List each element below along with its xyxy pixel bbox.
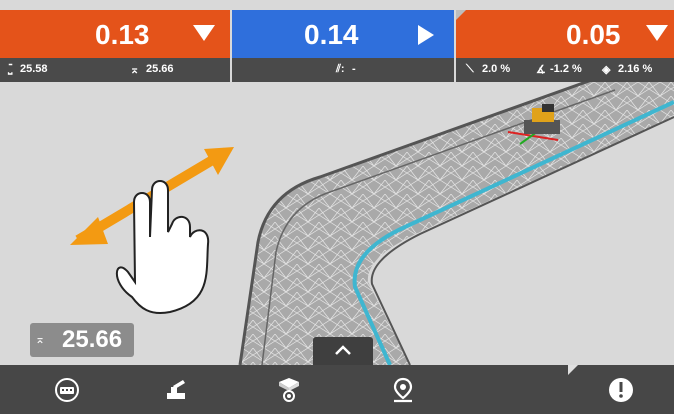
offset-panel[interactable]: 0.14 ⫽: - (232, 0, 454, 82)
offset-value-box[interactable]: 0.14 (232, 10, 454, 58)
main-slope-icon: ∡ (536, 64, 546, 76)
panel-corner-marker (456, 10, 466, 20)
location-pin-icon (393, 377, 413, 403)
triangle-right-icon[interactable] (418, 25, 434, 45)
measured-height-icon: ⌅ (35, 332, 46, 346)
slope-panel[interactable]: 0.05 ⟍ 2.0 % ∡ -1.2 % ◈ 2.16 % (456, 0, 674, 82)
keyboard-button[interactable] (36, 365, 96, 414)
toolbar-corner-marker (568, 365, 578, 375)
info-alert-button[interactable] (590, 365, 650, 414)
slope-value: 0.05 (566, 19, 621, 50)
view-orientation-button[interactable] (258, 365, 318, 414)
elevation-value-box[interactable]: 0.13 (0, 10, 230, 58)
slope-subinfo: ⟍ 2.0 % ∡ -1.2 % ◈ 2.16 % (456, 58, 674, 82)
machine-icon (167, 380, 185, 399)
height-readout-badge: ⌅ 25.66 (30, 323, 134, 357)
elevation-value: 0.13 (95, 19, 150, 50)
height-readout-value: 25.66 (62, 326, 123, 353)
elevation-subinfo: ⎵̄ 25.58 ⌅ 25.66 (0, 58, 230, 82)
info-alert-icon (609, 378, 633, 402)
offset-sub-value: - (352, 63, 356, 75)
view-orientation-icon (279, 378, 299, 402)
triangle-down-icon[interactable] (646, 25, 668, 41)
hatch-icon: ⫽: (336, 63, 345, 75)
blade-slope-value: 2.16 % (618, 63, 653, 75)
design-height-value: 25.58 (20, 63, 48, 75)
cross-slope-icon: ⟍ (466, 63, 474, 75)
location-button[interactable] (372, 365, 432, 414)
design-height-icon: ⎵̄ (8, 63, 13, 75)
offset-subinfo: ⫽: - (232, 58, 454, 82)
machine-button[interactable] (145, 365, 205, 414)
blade-slope-icon: ◈ (602, 64, 611, 76)
measured-height-icon: ⌅ (130, 64, 140, 76)
triangle-down-icon[interactable] (193, 25, 215, 41)
keyboard-icon (55, 378, 79, 402)
top-status-bar: 0.13 ⎵̄ 25.58 ⌅ 25.66 0.14 ⫽: - 0.05 ⟍ 2… (0, 0, 674, 82)
elevation-panel[interactable]: 0.13 ⎵̄ 25.58 ⌅ 25.66 (0, 0, 230, 82)
slope-value-box[interactable]: 0.05 (456, 10, 674, 58)
cross-slope-value: 2.0 % (482, 63, 511, 75)
offset-value: 0.14 (304, 19, 359, 50)
main-slope-value: -1.2 % (550, 63, 582, 75)
expand-panel-button[interactable] (313, 337, 373, 365)
chevron-up-icon (335, 345, 351, 355)
measured-height-value: 25.66 (146, 63, 174, 75)
